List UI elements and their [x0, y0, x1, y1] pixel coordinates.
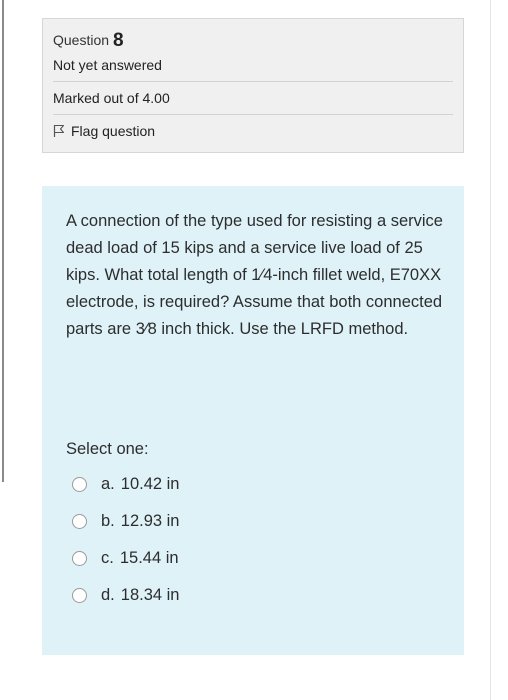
answer-options: a. 10.42 in b. 12.93 in c. 15.44 in d. 1… [66, 466, 444, 614]
radio-button[interactable] [72, 551, 87, 566]
option-letter: c. [101, 549, 114, 567]
left-scroll-edge [2, 0, 4, 482]
option-a[interactable]: a. 10.42 in [72, 466, 444, 503]
option-text[interactable]: 15.44 in [120, 549, 179, 568]
option-letter: d. [101, 586, 115, 604]
marks-info: Marked out of 4.00 [53, 81, 453, 106]
question-info-panel: Question 8 Not yet answered Marked out o… [42, 18, 464, 153]
answer-status: Not yet answered [53, 57, 162, 73]
radio-button[interactable] [72, 477, 87, 492]
radio-button[interactable] [72, 514, 87, 529]
question-number: 8 [112, 30, 124, 51]
radio-button[interactable] [72, 588, 87, 603]
option-text[interactable]: 18.34 in [121, 586, 180, 605]
question-content-panel: A connection of the type used for resist… [42, 186, 464, 655]
select-one-prompt: Select one: [66, 440, 149, 458]
flag-question-label[interactable]: Flag question [71, 123, 155, 139]
option-text[interactable]: 12.93 in [121, 512, 180, 531]
right-divider [490, 0, 491, 700]
option-b[interactable]: b. 12.93 in [72, 503, 444, 540]
option-d[interactable]: d. 18.34 in [72, 577, 444, 614]
question-text: A connection of the type used for resist… [66, 212, 443, 338]
option-letter: b. [101, 512, 115, 530]
option-text[interactable]: 10.42 in [121, 475, 180, 494]
option-c[interactable]: c. 15.44 in [72, 540, 444, 577]
flag-outline-icon [53, 124, 65, 137]
question-label: Question [53, 32, 110, 48]
question-heading: Question 8 [53, 29, 463, 51]
option-letter: a. [101, 475, 115, 493]
flag-question-link[interactable]: Flag question [53, 114, 453, 139]
